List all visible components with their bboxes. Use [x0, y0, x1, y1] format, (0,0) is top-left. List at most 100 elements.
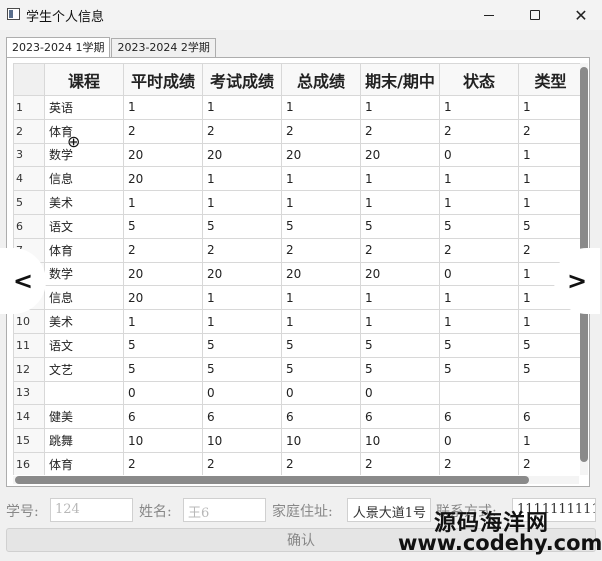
- table-cell[interactable]: 1: [360, 166, 440, 192]
- table-cell[interactable]: 10: [360, 428, 440, 453]
- table-row[interactable]: 14 健美 6 6 6 6 6 6: [13, 404, 583, 430]
- table-cell[interactable]: 数学: [44, 142, 124, 168]
- table-cell[interactable]: 2: [123, 237, 203, 263]
- column-header-type[interactable]: 类型: [518, 63, 583, 96]
- table-cell[interactable]: 0: [123, 380, 203, 406]
- table-cell[interactable]: 5: [518, 213, 583, 239]
- table-cell[interactable]: 20: [202, 261, 282, 287]
- table-cell[interactable]: 0: [202, 380, 282, 406]
- table-cell[interactable]: 英语: [44, 95, 124, 120]
- table-row[interactable]: 13 0 0 0 0: [13, 380, 583, 406]
- table-cell[interactable]: 2: [439, 118, 519, 144]
- column-header-regular-score[interactable]: 平时成绩: [123, 63, 203, 96]
- table-cell[interactable]: 10: [281, 428, 361, 453]
- table-cell[interactable]: 2: [360, 237, 440, 263]
- table-cell[interactable]: 1: [439, 309, 519, 334]
- row-number[interactable]: 16: [13, 451, 45, 475]
- table-cell[interactable]: 2: [123, 451, 203, 475]
- table-cell[interactable]: [44, 380, 124, 406]
- table-cell[interactable]: 语文: [44, 332, 124, 358]
- table-cell[interactable]: 20: [360, 261, 440, 287]
- table-cell[interactable]: 1: [123, 95, 203, 120]
- close-button[interactable]: ✕: [558, 0, 602, 30]
- table-cell[interactable]: 5: [281, 213, 361, 239]
- table-cell[interactable]: 6: [439, 404, 519, 430]
- table-cell[interactable]: 20: [123, 261, 203, 287]
- table-cell[interactable]: 5: [439, 213, 519, 239]
- table-cell[interactable]: 6: [123, 404, 203, 430]
- table-cell[interactable]: 1: [360, 190, 440, 215]
- table-cell[interactable]: 5: [518, 356, 583, 382]
- row-number[interactable]: 13: [13, 380, 45, 406]
- table-cell[interactable]: [439, 380, 519, 406]
- table-cell[interactable]: 1: [123, 309, 203, 334]
- address-field[interactable]: 人景大道1号: [347, 498, 431, 522]
- table-row[interactable]: 4 信息 20 1 1 1 1 1: [13, 166, 583, 192]
- table-cell[interactable]: 文艺: [44, 356, 124, 382]
- table-cell[interactable]: 5: [360, 356, 440, 382]
- column-header-exam-score[interactable]: 考试成绩: [202, 63, 282, 96]
- table-cell[interactable]: 1: [518, 190, 583, 215]
- table-cell[interactable]: 跳舞: [44, 428, 124, 453]
- table-row[interactable]: 15 跳舞 10 10 10 10 0 1: [13, 428, 583, 453]
- row-number[interactable]: 14: [13, 404, 45, 430]
- table-cell[interactable]: 体育: [44, 118, 124, 144]
- row-number[interactable]: 15: [13, 428, 45, 453]
- table-row[interactable]: 11 语文 5 5 5 5 5 5: [13, 332, 583, 358]
- table-row[interactable]: 8数学2020202001: [13, 261, 583, 287]
- row-number[interactable]: 2: [13, 118, 45, 144]
- table-cell[interactable]: 2: [202, 118, 282, 144]
- table-cell[interactable]: 20: [123, 142, 203, 168]
- tab-semester-2[interactable]: 2023-2024 2学期: [111, 38, 216, 57]
- table-cell[interactable]: 1: [281, 190, 361, 215]
- column-header-course[interactable]: 课程: [44, 63, 124, 96]
- table-row[interactable]: 7体育222222: [13, 237, 583, 263]
- table-cell[interactable]: 1: [439, 190, 519, 215]
- table-cell[interactable]: 体育: [44, 451, 124, 475]
- table-cell[interactable]: 1: [360, 95, 440, 120]
- maximize-button[interactable]: [512, 0, 558, 30]
- table-cell[interactable]: 1: [439, 285, 519, 311]
- column-header-total-score[interactable]: 总成绩: [281, 63, 361, 96]
- table-cell[interactable]: 20: [123, 285, 203, 311]
- column-header-status[interactable]: 状态: [439, 63, 519, 96]
- table-cell[interactable]: 1: [360, 285, 440, 311]
- table-cell[interactable]: 0: [439, 142, 519, 168]
- table-cell[interactable]: 20: [281, 142, 361, 168]
- table-cell[interactable]: 6: [281, 404, 361, 430]
- table-cell[interactable]: 美术: [44, 309, 124, 334]
- table-cell[interactable]: 1: [439, 95, 519, 120]
- table-cell[interactable]: 1: [202, 190, 282, 215]
- table-corner[interactable]: [13, 63, 45, 96]
- row-number[interactable]: 6: [13, 213, 45, 239]
- table-cell[interactable]: 20: [202, 142, 282, 168]
- table-cell[interactable]: 2: [123, 118, 203, 144]
- table-cell[interactable]: 2: [439, 451, 519, 475]
- table-cell[interactable]: 5: [439, 332, 519, 358]
- table-cell[interactable]: 1: [518, 309, 583, 334]
- table-cell[interactable]: 6: [202, 404, 282, 430]
- table-cell[interactable]: 体育: [44, 237, 124, 263]
- table-cell[interactable]: 1: [439, 166, 519, 192]
- table-cell[interactable]: 5: [202, 356, 282, 382]
- table-cell[interactable]: 1: [281, 309, 361, 334]
- table-cell[interactable]: 5: [123, 213, 203, 239]
- table-cell[interactable]: 数学: [44, 261, 124, 287]
- table-cell[interactable]: 5: [439, 356, 519, 382]
- table-cell[interactable]: 1: [518, 142, 583, 168]
- table-cell[interactable]: 美术: [44, 190, 124, 215]
- name-field[interactable]: 王6: [183, 498, 266, 522]
- table-cell[interactable]: 5: [281, 332, 361, 358]
- table-row[interactable]: 6 语文 5 5 5 5 5 5: [13, 213, 583, 239]
- table-cell[interactable]: 1: [123, 190, 203, 215]
- table-cell[interactable]: 健美: [44, 404, 124, 430]
- table-cell[interactable]: 信息: [44, 166, 124, 192]
- table-cell[interactable]: 1: [202, 166, 282, 192]
- table-cell[interactable]: 信息: [44, 285, 124, 311]
- table-cell[interactable]: 2: [281, 118, 361, 144]
- table-cell[interactable]: 1: [281, 166, 361, 192]
- table-cell[interactable]: 2: [439, 237, 519, 263]
- table-cell[interactable]: 1: [202, 285, 282, 311]
- table-cell[interactable]: 1: [202, 309, 282, 334]
- table-cell[interactable]: 1: [202, 95, 282, 120]
